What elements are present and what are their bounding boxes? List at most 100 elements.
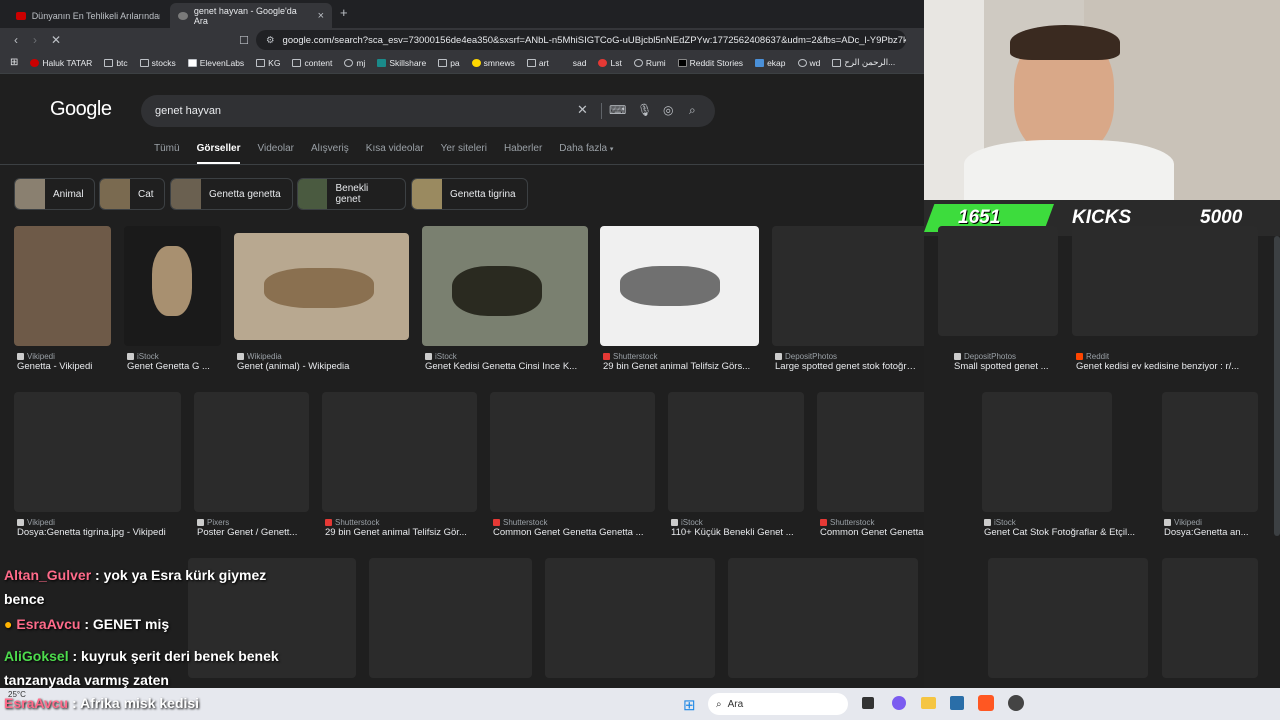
result-meta[interactable]: Pixers Poster Genet / Genett... bbox=[197, 518, 309, 538]
chip-animal[interactable]: Animal bbox=[14, 178, 95, 210]
chip-benekli-genet[interactable]: Benekli genet bbox=[297, 178, 406, 210]
brave-browser-icon[interactable] bbox=[978, 695, 994, 711]
image-result[interactable] bbox=[14, 226, 111, 346]
bookmark-item[interactable]: content bbox=[292, 58, 332, 68]
bookmark-item[interactable]: pa bbox=[438, 58, 460, 68]
tab-google-search[interactable]: genet hayvan - Google'da Ara × bbox=[170, 3, 332, 28]
new-tab-button[interactable]: + bbox=[340, 5, 348, 20]
chat-message: EsraAvcu : Afrika misk kedisi bbox=[4, 694, 199, 712]
bookmark-item[interactable]: art bbox=[526, 58, 549, 68]
image-result-loading[interactable] bbox=[988, 558, 1148, 678]
result-meta[interactable]: Shutterstock 29 bin Genet animal Telifsiz… bbox=[325, 518, 475, 538]
google-logo[interactable]: Google bbox=[50, 98, 112, 121]
bookmark-item[interactable]: Reddit Stories bbox=[677, 58, 743, 68]
result-meta[interactable]: Reddit Genet kedisi ev kedisine benziyor … bbox=[1076, 352, 1256, 372]
obs-icon[interactable] bbox=[1008, 695, 1024, 711]
image-result-loading[interactable] bbox=[817, 392, 924, 512]
search-input[interactable]: genet hayvan ✕ ⌨ 🎙 ◎ ⌕ bbox=[141, 95, 715, 127]
image-result[interactable] bbox=[422, 226, 588, 346]
address-bar[interactable]: ⚙ google.com/search?sca_esv=73000156de4e… bbox=[256, 30, 906, 50]
image-result-loading[interactable] bbox=[14, 392, 181, 512]
result-meta[interactable]: iStock Genet Cat Stok Fotoğraflar & Etçil… bbox=[984, 518, 1154, 538]
bookmark-item[interactable]: KG bbox=[256, 58, 280, 68]
bookmark-item[interactable]: الرحمن الرح... bbox=[832, 57, 895, 68]
bookmark-item[interactable]: stocks bbox=[139, 58, 176, 68]
image-result-loading[interactable] bbox=[728, 558, 918, 678]
tab-all[interactable]: Tümü bbox=[154, 143, 180, 164]
result-meta[interactable]: iStock 110+ Küçük Benekli Genet ... bbox=[671, 518, 805, 538]
result-meta[interactable]: ShutterstockCommon Genet Genetta Genett.… bbox=[820, 518, 924, 538]
tab-shopping[interactable]: Alışveriş bbox=[311, 143, 349, 164]
bookmark-item[interactable]: ekap bbox=[755, 58, 786, 68]
keyboard-icon[interactable]: ⌨ bbox=[609, 103, 626, 117]
bookmark-item[interactable]: Lst bbox=[598, 58, 622, 68]
image-result-loading[interactable] bbox=[938, 226, 1058, 336]
forward-icon[interactable]: › bbox=[26, 33, 44, 47]
bookmark-item[interactable]: sad bbox=[561, 58, 587, 68]
search-icon[interactable]: ⌕ bbox=[689, 103, 696, 118]
image-result-loading[interactable] bbox=[194, 392, 309, 512]
task-view-icon[interactable] bbox=[862, 697, 874, 709]
chip-genetta-genetta[interactable]: Genetta genetta bbox=[170, 178, 293, 210]
result-meta[interactable]: Shutterstock 29 bin Genet animal Telifsiz… bbox=[603, 352, 758, 372]
bookmark-item[interactable]: ElevenLabs bbox=[187, 58, 244, 68]
result-meta[interactable]: iStock Genet Kedisi Genetta Cinsi Ince K.… bbox=[425, 352, 585, 372]
tab-news[interactable]: Haberler bbox=[504, 143, 542, 164]
tab-youtube[interactable]: Dünyanın En Tehlikeli Arılarından bbox=[8, 3, 168, 28]
image-result-loading[interactable] bbox=[668, 392, 804, 512]
bookmark-item[interactable]: btc bbox=[104, 58, 128, 68]
bookmark-item[interactable]: Haluk TATAR bbox=[30, 58, 92, 68]
back-icon[interactable]: ‹ bbox=[7, 33, 25, 47]
result-meta[interactable]: DepositPhotos Small spotted genet ... bbox=[954, 352, 1064, 372]
bookmark-item[interactable]: smnews bbox=[471, 58, 515, 68]
bookmark-item[interactable]: Rumi bbox=[633, 58, 666, 68]
site-info-icon[interactable]: ⚙ bbox=[266, 35, 275, 46]
file-explorer-icon[interactable] bbox=[921, 697, 936, 709]
result-meta[interactable]: DepositPhotos Large spotted genet stok fo… bbox=[775, 352, 920, 372]
image-result[interactable] bbox=[124, 226, 221, 346]
image-result-loading[interactable] bbox=[772, 226, 924, 346]
github-icon bbox=[344, 58, 354, 67]
bookmarks-bar: ⊞ Haluk TATAR btc stocks ElevenLabs KG c… bbox=[0, 52, 924, 74]
result-meta[interactable]: Wikipedia Genet (animal) - Wikipedia bbox=[237, 352, 407, 372]
bookmark-item[interactable]: mj bbox=[344, 58, 365, 68]
apps-icon[interactable]: ⊞ bbox=[10, 57, 18, 68]
result-meta[interactable]: Vikipedi Dosya:Genetta an... bbox=[1164, 518, 1259, 538]
tab-more[interactable]: Daha fazla ▾ bbox=[559, 143, 613, 164]
result-meta[interactable]: Vikipedi Genetta - Vikipedi bbox=[17, 352, 115, 372]
taskbar-search[interactable]: ⌕ Ara bbox=[708, 693, 848, 715]
bookmark-star-icon[interactable]: ☐ bbox=[235, 34, 253, 47]
bookmark-item[interactable]: wd bbox=[797, 58, 820, 68]
tab-short-videos[interactable]: Kısa videolar bbox=[366, 143, 424, 164]
result-meta[interactable]: Vikipedi Dosya:Genetta tigrina.jpg - Viki… bbox=[17, 518, 182, 538]
snipping-tool-icon[interactable] bbox=[950, 696, 964, 710]
tab-images[interactable]: Görseller bbox=[196, 143, 241, 164]
image-result-loading[interactable] bbox=[369, 558, 532, 678]
browser-toolbar: ‹ › ✕ ☐ ⚙ google.com/search?sca_esv=7300… bbox=[0, 28, 924, 52]
result-meta[interactable]: iStock Genet Genetta G ... bbox=[127, 352, 215, 372]
bookmark-item[interactable]: Skillshare bbox=[377, 58, 426, 68]
tab-places[interactable]: Yer siteleri bbox=[441, 143, 487, 164]
chip-genetta-tigrina[interactable]: Genetta tigrina bbox=[411, 178, 528, 210]
copilot-icon[interactable] bbox=[892, 696, 906, 710]
image-result-loading[interactable] bbox=[322, 392, 477, 512]
windows-start-icon[interactable]: ⊞ bbox=[683, 696, 696, 714]
image-result-loading[interactable] bbox=[1072, 226, 1258, 336]
lens-icon[interactable]: ◎ bbox=[663, 103, 673, 117]
microphone-icon[interactable]: 🎙 bbox=[637, 103, 652, 117]
image-result-loading[interactable] bbox=[1162, 392, 1258, 512]
result-meta[interactable]: Shutterstock Common Genet Genetta Genetta… bbox=[493, 518, 653, 538]
image-result[interactable] bbox=[600, 226, 759, 346]
image-result-loading[interactable] bbox=[1162, 558, 1258, 678]
stop-loading-icon[interactable]: ✕ bbox=[47, 33, 65, 47]
chip-cat[interactable]: Cat bbox=[99, 178, 165, 210]
image-result-loading[interactable] bbox=[545, 558, 715, 678]
scrollbar-thumb[interactable] bbox=[1274, 236, 1280, 536]
image-result[interactable] bbox=[234, 233, 409, 340]
image-result-loading[interactable] bbox=[982, 392, 1112, 512]
tab-videos[interactable]: Videolar bbox=[257, 143, 294, 164]
windows-taskbar: 25°C EsraAvcu : Afrika misk kedisi ⊞ ⌕ Ar… bbox=[0, 688, 1280, 720]
image-result-loading[interactable] bbox=[490, 392, 655, 512]
close-tab-icon[interactable]: × bbox=[318, 10, 324, 22]
clear-icon[interactable]: ✕ bbox=[577, 102, 588, 118]
